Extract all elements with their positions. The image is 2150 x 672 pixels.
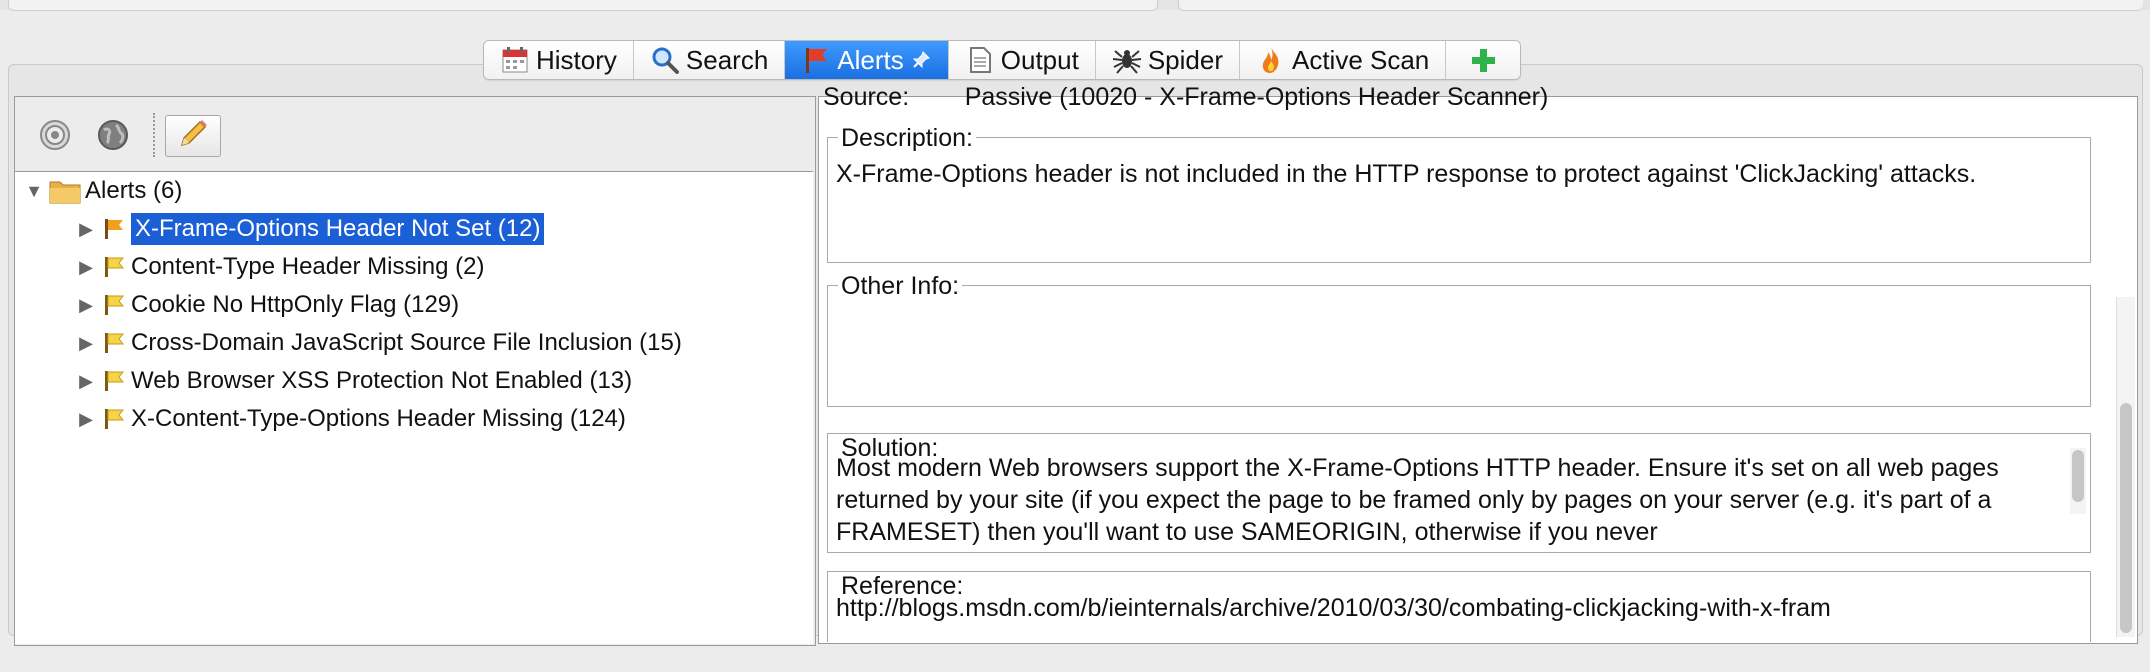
alerts-toolbar xyxy=(15,97,815,171)
top-right-panel-edge xyxy=(1178,0,2143,11)
description-section: Description: X-Frame-Options header is n… xyxy=(827,124,2091,263)
solution-scroll-thumb[interactable] xyxy=(2072,450,2084,502)
other-info-section: Other Info: xyxy=(827,272,2091,407)
folder-icon xyxy=(45,176,85,206)
description-text[interactable]: X-Frame-Options header is not included i… xyxy=(836,158,2070,190)
tree-item-label: X-Frame-Options Header Not Set (12) xyxy=(131,213,545,245)
yellow-flag-icon xyxy=(97,366,131,396)
tree-item[interactable]: ▶ X-Frame-Options Header Not Set (12) xyxy=(75,212,545,246)
tab-history-label: History xyxy=(536,44,617,75)
flame-icon xyxy=(1256,45,1286,75)
tab-spider[interactable]: Spider xyxy=(1095,41,1240,79)
expand-arrow-icon[interactable]: ▶ xyxy=(75,402,97,436)
other-info-title: Other Info: xyxy=(838,272,963,301)
solution-text[interactable]: Most modern Web browsers support the X-F… xyxy=(836,452,2056,548)
expand-arrow-icon[interactable]: ▶ xyxy=(75,326,97,360)
tree-root-label: Alerts (6) xyxy=(85,177,183,204)
source-line: Source: Passive (10020 - X-Frame-Options… xyxy=(823,83,1549,111)
tab-history[interactable]: History xyxy=(484,41,634,79)
solution-section: Solution: Most modern Web browsers suppo… xyxy=(827,433,2091,553)
reference-section: Reference: http://blogs.msdn.com/b/ieint… xyxy=(827,571,2091,642)
solution-scrollbar[interactable] xyxy=(2070,448,2086,514)
expand-arrow-icon[interactable]: ▶ xyxy=(75,288,97,322)
description-title: Description: xyxy=(838,124,976,153)
details-scrollbar[interactable] xyxy=(2116,297,2135,637)
tree-item[interactable]: ▶ Cookie No HttpOnly Flag (129) xyxy=(75,288,459,322)
tree-item-label: Content-Type Header Missing (2) xyxy=(131,253,485,280)
document-icon xyxy=(965,45,995,75)
tab-active-scan-label: Active Scan xyxy=(1291,44,1430,75)
tree-item-label: Cookie No HttpOnly Flag (129) xyxy=(131,291,460,318)
expand-arrow-icon[interactable]: ▶ xyxy=(75,364,97,398)
details-scroll-thumb[interactable] xyxy=(2120,403,2132,633)
collapse-arrow-icon[interactable]: ▼ xyxy=(23,174,45,208)
top-left-panel-edge xyxy=(8,0,1158,11)
tab-spider-label: Spider xyxy=(1147,44,1223,75)
reference-link[interactable]: http://blogs.msdn.com/b/ieinternals/arch… xyxy=(836,592,2070,624)
calendar-icon xyxy=(500,45,530,75)
alerts-tree: ▼ Alerts (6) ▶ X-Frame-Options Header No… xyxy=(15,171,813,644)
alerts-tree-panel: ▼ Alerts (6) ▶ X-Frame-Options Header No… xyxy=(14,96,816,646)
tree-item-label: Web Browser XSS Protection Not Enabled (… xyxy=(131,367,633,394)
globe-icon xyxy=(96,118,130,157)
target-icon xyxy=(38,118,72,157)
tree-item[interactable]: ▶ X-Content-Type-Options Header Missing … xyxy=(75,402,626,436)
expand-arrow-icon[interactable]: ▶ xyxy=(75,212,97,246)
tree-root-alerts[interactable]: ▼ Alerts (6) xyxy=(23,174,182,208)
target-button[interactable] xyxy=(37,119,73,155)
tab-alerts[interactable]: Alerts xyxy=(785,41,949,79)
add-icon xyxy=(1468,45,1498,75)
tab-search[interactable]: Search xyxy=(633,41,786,79)
tab-output-label: Output xyxy=(1000,44,1079,75)
alert-details-panel: Source: Passive (10020 - X-Frame-Options… xyxy=(818,83,2138,644)
pencil-icon xyxy=(176,117,210,156)
tab-output[interactable]: Output xyxy=(948,41,1096,79)
tree-item[interactable]: ▶ Web Browser XSS Protection Not Enabled… xyxy=(75,364,632,398)
edit-alert-button[interactable] xyxy=(165,115,221,157)
yellow-flag-icon xyxy=(97,290,131,320)
tab-active-scan[interactable]: Active Scan xyxy=(1239,41,1447,79)
tab-add[interactable] xyxy=(1446,41,1521,79)
red-flag-icon xyxy=(801,45,831,75)
yellow-flag-icon xyxy=(97,252,131,282)
expand-arrow-icon[interactable]: ▶ xyxy=(75,250,97,284)
toolbar-separator xyxy=(153,113,155,157)
tab-strip: History Search Alerts Output Spider Acti… xyxy=(483,40,1522,80)
tree-item[interactable]: ▶ Cross-Domain JavaScript Source File In… xyxy=(75,326,682,360)
spider-icon xyxy=(1112,45,1142,75)
yellow-flag-icon xyxy=(97,404,131,434)
magnifier-icon xyxy=(650,45,680,75)
globe-filter-button[interactable] xyxy=(95,119,131,155)
tree-item-label: X-Content-Type-Options Header Missing (1… xyxy=(131,405,626,432)
tab-alerts-label: Alerts xyxy=(837,44,904,75)
pin-icon[interactable] xyxy=(910,49,932,71)
yellow-flag-icon xyxy=(97,328,131,358)
orange-flag-icon xyxy=(97,214,131,244)
tree-item[interactable]: ▶ Content-Type Header Missing (2) xyxy=(75,250,484,284)
tab-search-label: Search xyxy=(685,44,769,75)
tree-item-label: Cross-Domain JavaScript Source File Incl… xyxy=(131,329,682,356)
top-window-strip xyxy=(0,0,2150,11)
